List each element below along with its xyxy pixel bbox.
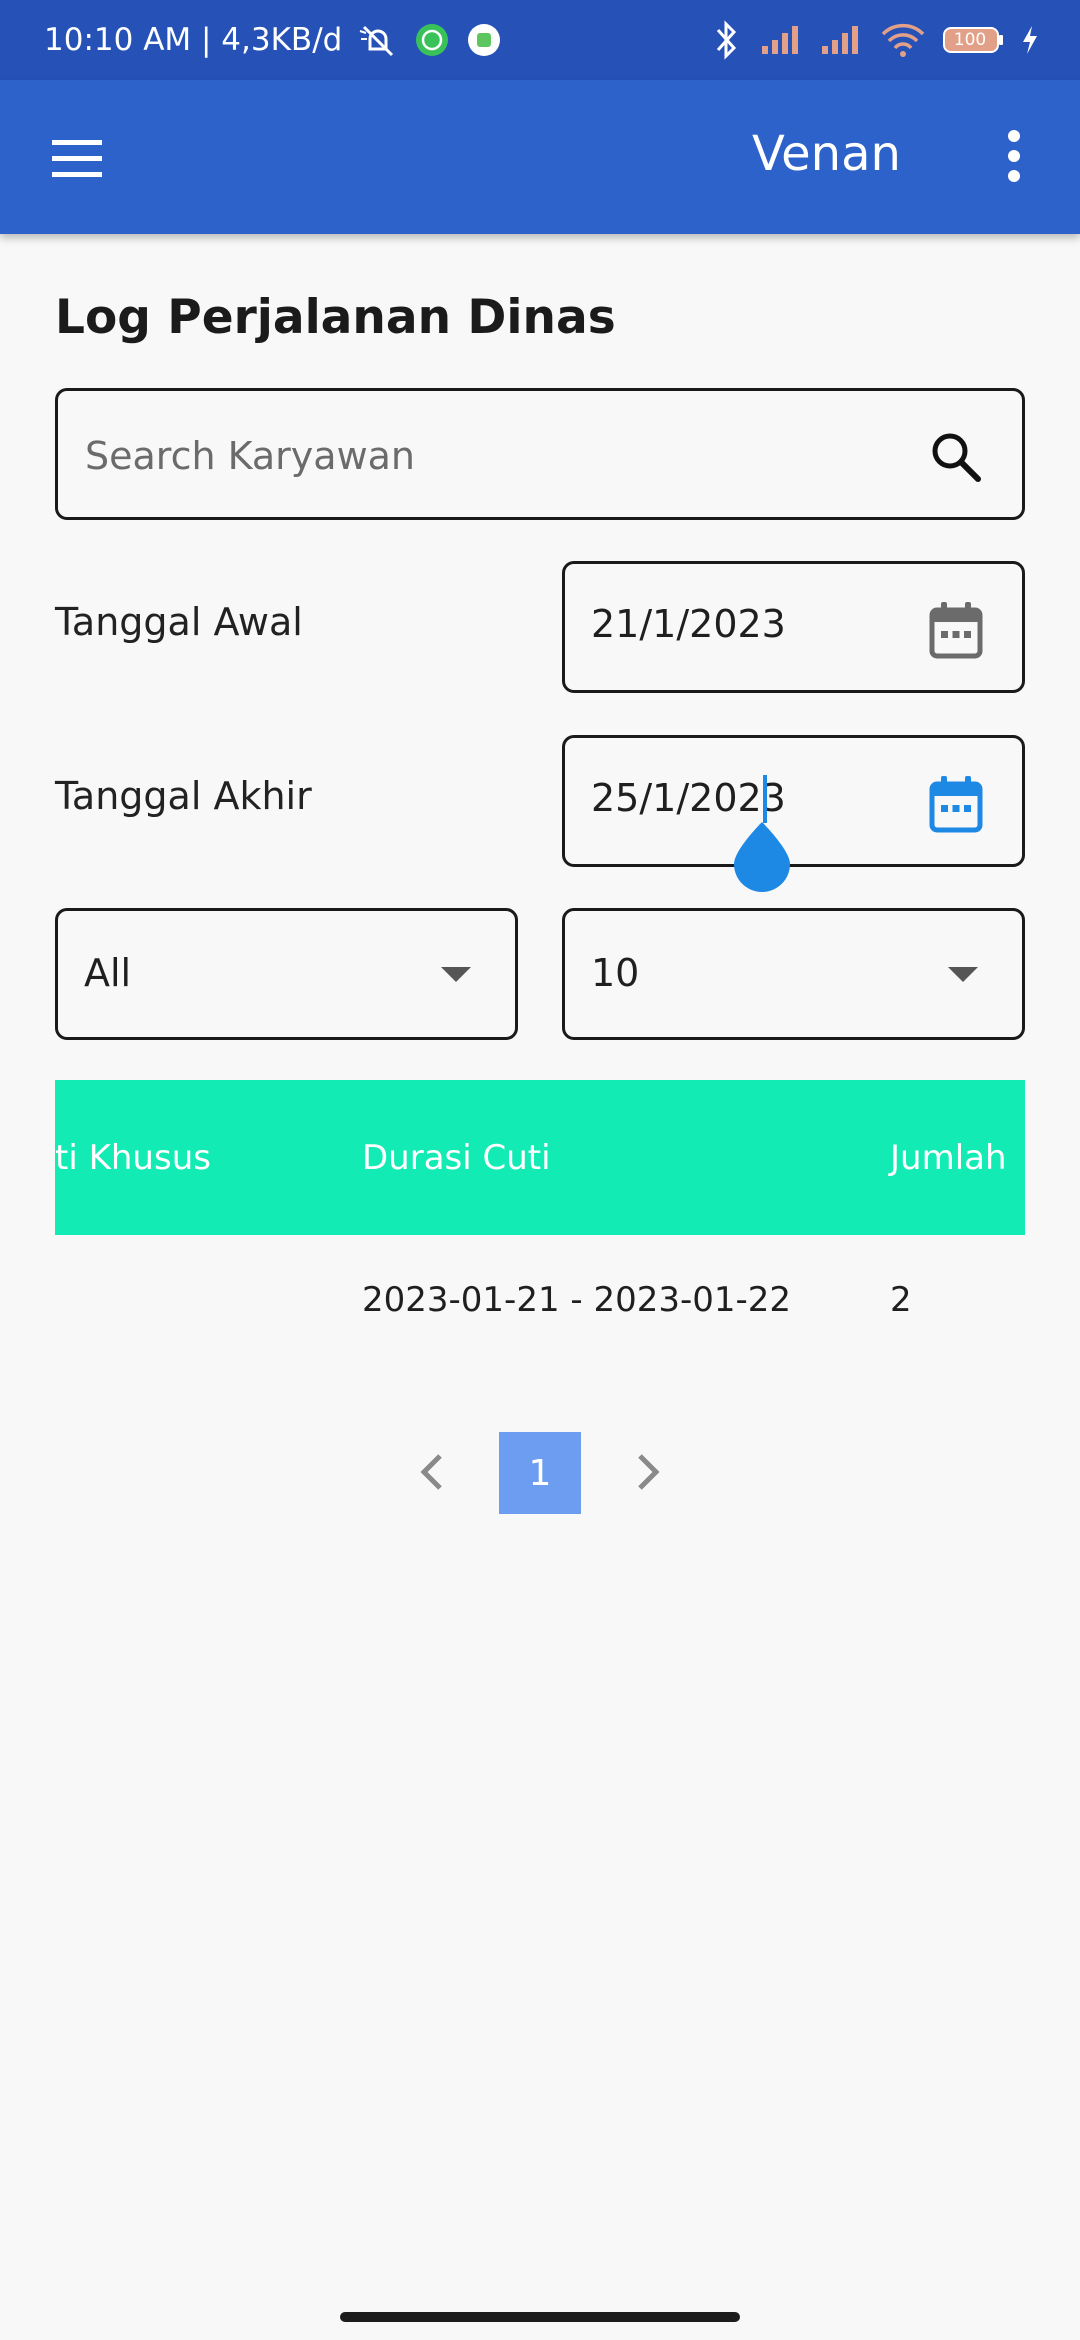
end-date-field[interactable]: 25/1/2023 [562, 735, 1025, 867]
column-header: Durasi Cuti [362, 1138, 551, 1178]
calendar-icon [929, 602, 983, 659]
page-title: Log Perjalanan Dinas [55, 290, 616, 345]
filter-dropdown[interactable]: All [55, 908, 518, 1040]
dropdown-arrow-icon [441, 967, 471, 982]
whatsapp-icon [414, 22, 450, 58]
battery-level: 100 [953, 30, 987, 50]
data-table[interactable]: ti Khusus Durasi Cuti Jumlah 2023-01-21 … [55, 1080, 1025, 1350]
signal-icon [820, 24, 864, 56]
page-number-button[interactable]: 1 [499, 1432, 581, 1514]
status-time-network: 10:10 AM | 4,3KB/d [44, 22, 343, 58]
app-bar: Venan [0, 80, 1080, 234]
signal-icon [760, 24, 804, 56]
start-date-label: Tanggal Awal [55, 600, 303, 644]
start-date-calendar-button[interactable] [928, 600, 984, 660]
status-bar-right: 100 [708, 20, 1040, 60]
page-size-dropdown-value: 10 [591, 951, 640, 995]
filter-dropdown-value: All [84, 951, 132, 995]
end-date-calendar-button[interactable] [928, 774, 984, 834]
previous-page-button[interactable] [410, 1440, 454, 1504]
calendar-icon [929, 776, 983, 833]
search-icon [932, 433, 981, 482]
start-date-value: 21/1/2023 [591, 602, 786, 646]
more-vert-icon [1008, 130, 1020, 182]
dropdown-arrow-icon [948, 967, 978, 982]
end-date-value: 25/1/2023 [591, 776, 786, 820]
chevron-right-icon [638, 1454, 660, 1490]
column-header: ti Khusus [55, 1138, 211, 1178]
search-button[interactable] [926, 427, 986, 487]
home-indicator[interactable] [340, 2312, 740, 2322]
search-field [55, 388, 1025, 520]
wifi-icon [880, 22, 926, 58]
app-notification-icon [466, 22, 502, 58]
end-date-label: Tanggal Akhir [55, 774, 312, 818]
column-header: Jumlah [890, 1138, 1007, 1178]
start-date-field[interactable]: 21/1/2023 [562, 561, 1025, 693]
chevron-left-icon [420, 1454, 442, 1490]
text-cursor [763, 775, 767, 823]
search-input[interactable] [83, 423, 927, 489]
bluetooth-icon [708, 20, 744, 60]
status-bar-left: 10:10 AM | 4,3KB/d [44, 21, 502, 59]
page-size-dropdown[interactable]: 10 [562, 908, 1025, 1040]
table-cell: 2 [890, 1280, 912, 1320]
status-bar: 10:10 AM | 4,3KB/d 100 [0, 0, 1080, 80]
more-options-button[interactable] [992, 120, 1036, 192]
table-cell: 2023-01-21 - 2023-01-22 [362, 1280, 792, 1320]
table-header: ti Khusus Durasi Cuti Jumlah [55, 1080, 1025, 1235]
menu-button[interactable] [40, 128, 114, 188]
battery-icon: 100 [942, 26, 1004, 54]
text-selection-handle[interactable] [732, 820, 792, 892]
mute-notifications-icon [358, 21, 398, 59]
next-page-button[interactable] [626, 1440, 670, 1504]
app-title: Venan [752, 126, 901, 182]
menu-icon [52, 140, 102, 177]
charging-icon [1020, 24, 1040, 56]
